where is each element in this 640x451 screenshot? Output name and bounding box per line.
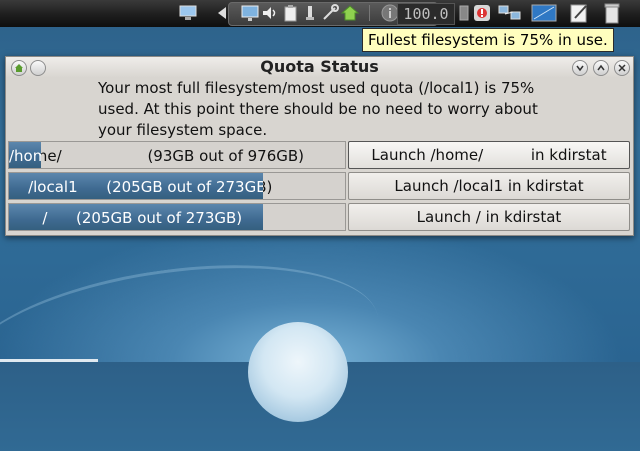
- desktop-icon[interactable]: [527, 3, 561, 23]
- volume-icon[interactable]: [260, 3, 280, 23]
- usage-bar-label: /home/ (93GB out of 976GB): [9, 147, 305, 165]
- usage-bar-root: / (205GB out of 273GB) / (205GB out of 2…: [8, 203, 346, 231]
- power-icon[interactable]: [300, 3, 320, 23]
- mail-alert-icon[interactable]: [471, 3, 493, 23]
- close-button[interactable]: [614, 60, 630, 76]
- filesystem-row-root: / (205GB out of 273GB) / (205GB out of 2…: [8, 203, 630, 231]
- window-titlebar[interactable]: Quota Status: [6, 57, 633, 77]
- clipboard-icon[interactable]: [280, 3, 300, 23]
- launch-kdirstat-home-button[interactable]: Launch /home/ in kdirstat: [348, 141, 630, 169]
- wallpaper-moon: [248, 322, 348, 422]
- top-panel: 100.0: [0, 0, 640, 27]
- window-title: Quota Status: [260, 57, 379, 76]
- filesystem-row-home: /home/ (93GB out of 976GB) /home/ (93GB …: [8, 141, 630, 169]
- network-icon[interactable]: [493, 3, 527, 23]
- launch-kdirstat-root-button[interactable]: Launch / in kdirstat: [348, 203, 630, 231]
- quota-message: Your most full filesystem/most used quot…: [98, 79, 538, 139]
- quota-status-window: Quota Status Your most full filesystem/m…: [5, 56, 634, 236]
- home-icon[interactable]: [340, 3, 360, 23]
- display-icon[interactable]: [240, 3, 260, 23]
- filesystem-row-local1: /local1 (205GB out of 273GB) /local1 (20…: [8, 172, 630, 200]
- usage-bar-home: /home/ (93GB out of 976GB) /home/ (93GB …: [8, 141, 346, 169]
- trash-icon[interactable]: [597, 3, 627, 24]
- tray-icons: [240, 2, 400, 24]
- maximize-button[interactable]: [593, 60, 609, 76]
- usage-bar-local1: /local1 (205GB out of 273GB) /local1 (20…: [8, 172, 346, 200]
- network-speed-display: 100.0: [397, 3, 455, 25]
- tray-left: [178, 2, 198, 24]
- filesystem-tooltip: Fullest filesystem is 75% in use.: [362, 28, 614, 52]
- drive-icon[interactable]: [457, 3, 471, 23]
- note-icon[interactable]: [561, 3, 597, 23]
- tray-right: [457, 2, 627, 24]
- launch-kdirstat-local1-button[interactable]: Launch /local1 in kdirstat: [348, 172, 630, 200]
- minimize-button[interactable]: [572, 60, 588, 76]
- tools-icon[interactable]: [320, 3, 340, 23]
- monitor-icon[interactable]: [178, 3, 198, 23]
- separator-icon: [360, 3, 380, 23]
